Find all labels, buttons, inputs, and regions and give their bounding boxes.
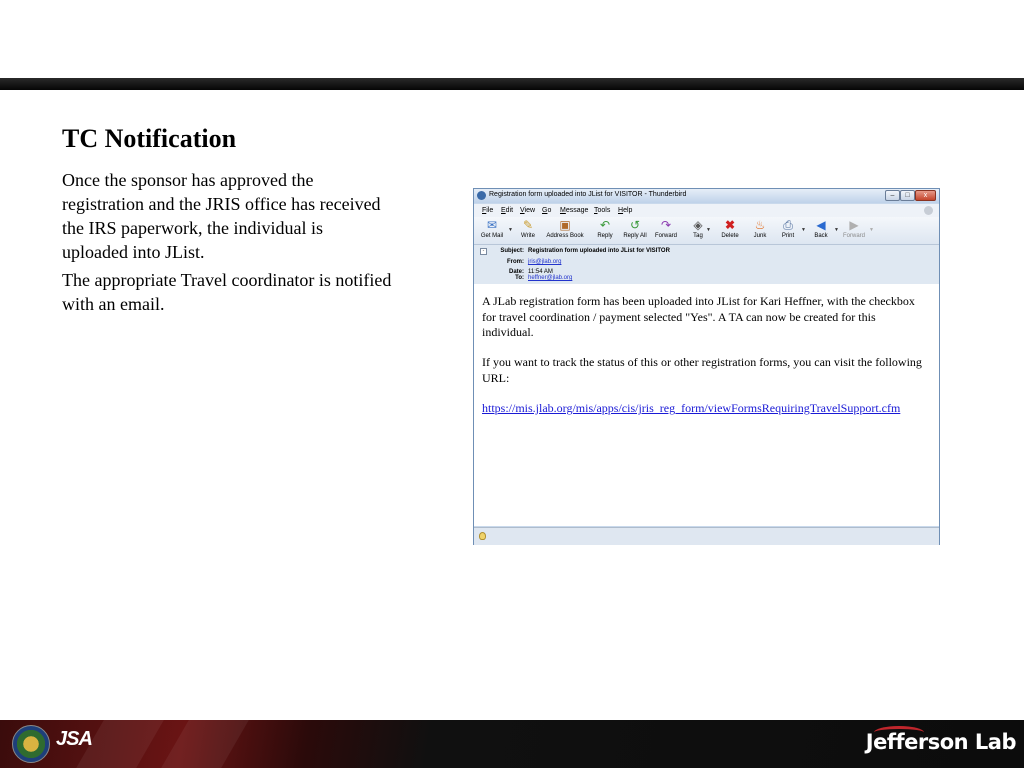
forward-nav-dropdown-icon[interactable]: ▼ [869, 227, 874, 233]
thunderbird-icon [477, 191, 486, 200]
subject-value: Registration form uploaded into JList fo… [528, 248, 670, 254]
menu-bar: File Edit View Go Message Tools Help [474, 204, 939, 217]
from-link[interactable]: jris@jlab.org [528, 259, 561, 265]
window-titlebar[interactable]: Registration form uploaded into JList fo… [474, 189, 939, 203]
slide-top-bar [0, 78, 1024, 90]
forward-nav-button[interactable]: ▶ Forward [840, 218, 868, 239]
junk-button[interactable]: ♨ Junk [749, 218, 771, 239]
junk-icon: ♨ [754, 218, 766, 232]
to-label: To: [515, 275, 524, 281]
activity-throbber-icon [924, 206, 933, 215]
body-paragraph: A JLab registration form has been upload… [482, 294, 915, 339]
message-body: A JLab registration form has been upload… [474, 284, 939, 526]
slide-title: TC Notification [62, 124, 237, 153]
get-mail-button[interactable]: ✉ Get Mail [478, 218, 506, 239]
back-button[interactable]: ◀ Back [810, 218, 832, 239]
status-lightbulb-icon [479, 532, 486, 540]
maximize-button[interactable]: □ [900, 190, 915, 201]
get-mail-dropdown-icon[interactable]: ▼ [508, 227, 513, 233]
subject-label: Subject: [500, 248, 524, 254]
url-line: https://mis.jlab.org/mis/apps/cis/jris_r… [482, 401, 922, 417]
forward-nav-icon: ▶ [849, 218, 859, 232]
write-icon: ✎ [522, 218, 534, 232]
jsa-logo: JSA [56, 728, 93, 750]
menu-edit[interactable]: Edit [501, 207, 513, 214]
from-label: From: [507, 259, 524, 265]
back-dropdown-icon[interactable]: ▼ [834, 227, 839, 233]
jefferson-lab-logo: Jefferson Lab [865, 730, 1017, 754]
address-book-button[interactable]: ▣ Address Book [543, 218, 587, 239]
reply-all-button[interactable]: ↺ Reply All [620, 218, 650, 239]
tag-button[interactable]: ◈ Tag [688, 218, 708, 239]
menu-help[interactable]: Help [618, 207, 632, 214]
slide-paragraph: Once the sponsor has approved the regist… [62, 170, 381, 262]
footer-stripe [161, 720, 249, 768]
reply-button[interactable]: ↶ Reply [592, 218, 618, 239]
print-button[interactable]: ⎙ Print [777, 218, 799, 239]
window-title: Registration form uploaded into JList fo… [489, 191, 687, 198]
reply-all-icon: ↺ [629, 218, 641, 232]
menu-go[interactable]: Go [542, 207, 551, 214]
minimize-button[interactable]: – [885, 190, 900, 201]
get-mail-icon: ✉ [486, 218, 498, 232]
tracking-url-link[interactable]: https://mis.jlab.org/mis/apps/cis/jris_r… [482, 401, 900, 415]
tag-dropdown-icon[interactable]: ▼ [706, 227, 711, 233]
main-toolbar: ✉ Get Mail ▼ ✎ Write ▣ Address Book ↶ Re… [474, 217, 939, 245]
menu-tools[interactable]: Tools [594, 207, 610, 214]
forward-icon: ↷ [660, 218, 672, 232]
menu-view[interactable]: View [520, 207, 535, 214]
delete-button[interactable]: ✖ Delete [717, 218, 743, 239]
slide-paragraph: The appropriate Travel coordinator is no… [62, 270, 392, 314]
print-icon: ⎙ [783, 218, 793, 232]
thunderbird-window: Registration form uploaded into JList fo… [473, 188, 940, 545]
menu-message[interactable]: Message [560, 207, 588, 214]
print-dropdown-icon[interactable]: ▼ [801, 227, 806, 233]
slide-top-band [0, 0, 1024, 78]
delete-icon: ✖ [724, 218, 736, 232]
menu-file[interactable]: File [482, 207, 493, 214]
reply-icon: ↶ [599, 218, 611, 232]
forward-button[interactable]: ↷ Forward [652, 218, 680, 239]
slide-body: Once the sponsor has approved the regist… [62, 168, 392, 320]
status-bar [474, 527, 939, 545]
address-book-icon: ▣ [559, 218, 571, 232]
tag-icon: ◈ [693, 218, 703, 232]
to-link[interactable]: heffner@jlab.org [528, 275, 572, 281]
back-icon: ◀ [816, 218, 826, 232]
write-button[interactable]: ✎ Write [516, 218, 540, 239]
body-paragraph: If you want to track the status of this … [482, 355, 922, 385]
slide-footer: JSA Jefferson Lab [0, 720, 1024, 768]
doe-seal-icon [12, 725, 50, 763]
close-button[interactable]: x [915, 190, 936, 201]
